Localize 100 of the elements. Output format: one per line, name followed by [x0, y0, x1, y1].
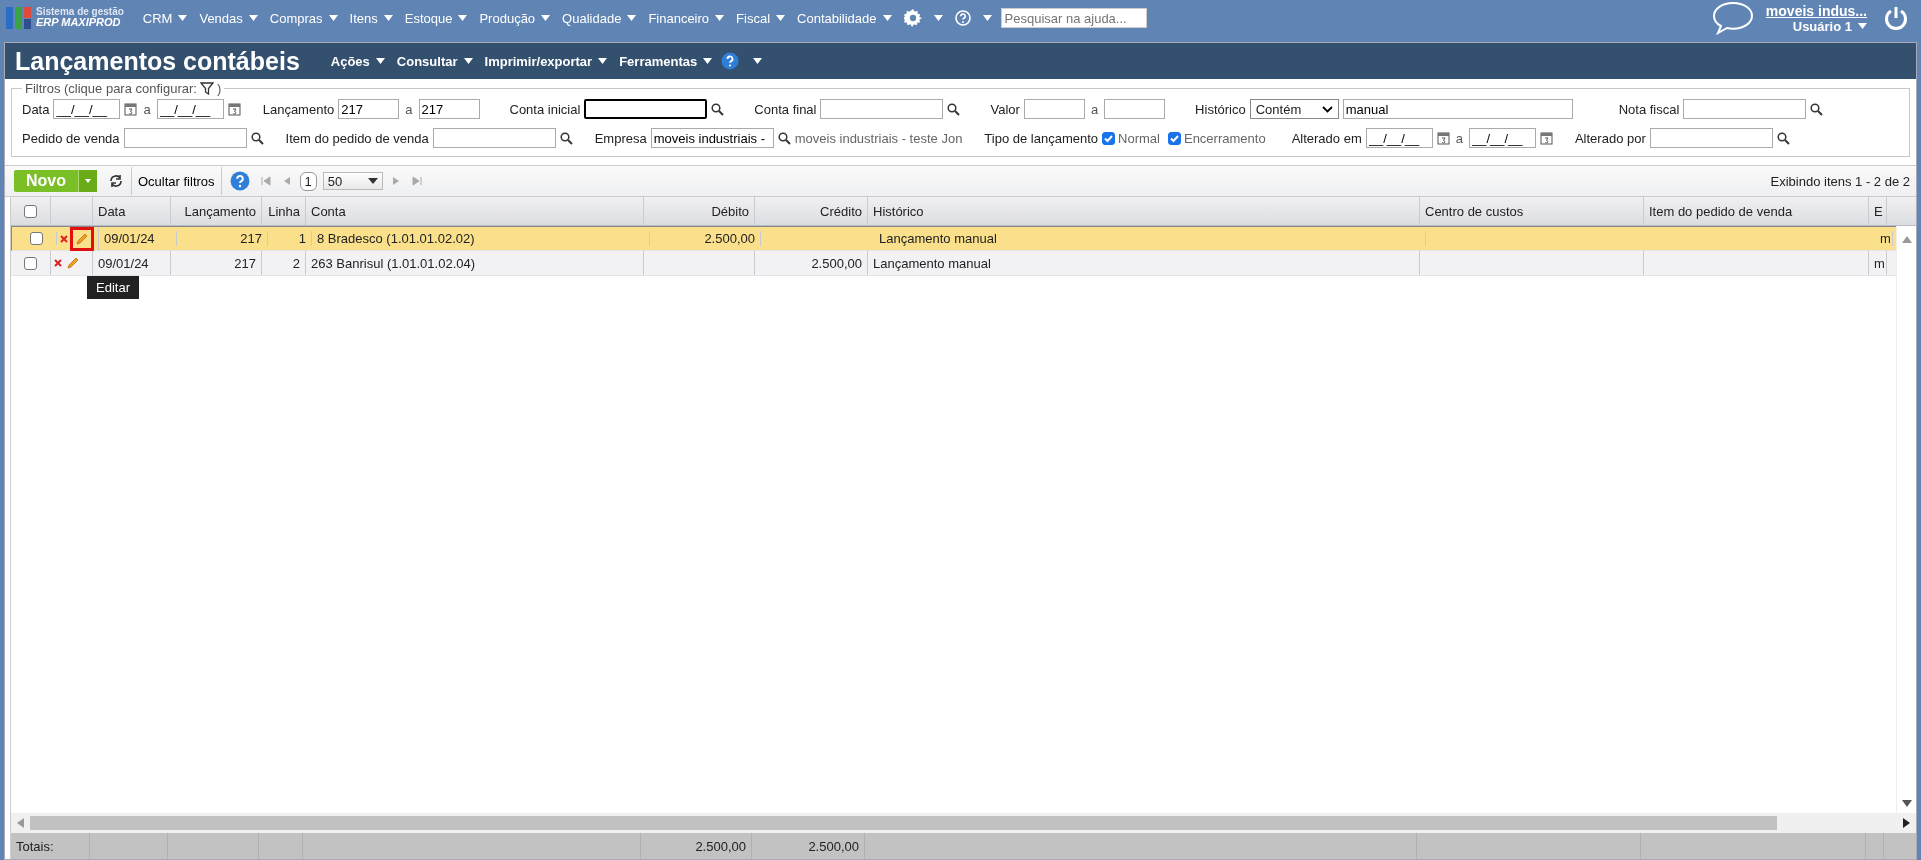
date-field[interactable]: __/__/__ — [53, 99, 121, 119]
calendar-icon[interactable] — [227, 102, 241, 116]
table-cell: 217 — [234, 255, 256, 271]
table-cell: 09/01/24 — [98, 255, 149, 271]
nav-menu[interactable]: Qualidade — [559, 10, 640, 26]
search-icon[interactable] — [711, 102, 725, 116]
input-field[interactable] — [1683, 99, 1807, 119]
column-header[interactable]: Débito — [711, 203, 749, 219]
page-menu[interactable]: Ações — [327, 53, 388, 69]
condition-select[interactable]: Contém — [1249, 99, 1339, 119]
hide-filters-button[interactable]: Ocultar filtros — [131, 167, 222, 195]
previous-page-icon[interactable] — [282, 176, 291, 186]
column-header[interactable]: Lançamento — [184, 203, 256, 219]
input-field[interactable] — [1104, 99, 1166, 119]
search-icon[interactable] — [1776, 131, 1790, 145]
nav-menu[interactable]: Contabilidade — [794, 10, 895, 26]
search-icon[interactable] — [250, 131, 264, 145]
user-menu[interactable]: Usuário 1 — [1792, 18, 1867, 34]
page-menu[interactable]: Imprimir/exportar — [481, 53, 611, 69]
scroll-down-icon[interactable] — [1901, 800, 1912, 807]
column-header[interactable]: Crédito — [820, 203, 862, 219]
company-name: moveis industriais - teste Jon — [794, 130, 963, 146]
scroll-left-icon[interactable] — [17, 818, 24, 828]
nav-menu[interactable]: Itens — [346, 10, 396, 26]
help-search-field[interactable]: Pesquisar na ajuda... — [1000, 8, 1147, 28]
first-page-icon[interactable] — [260, 176, 271, 186]
filters-legend[interactable]: Filtros (clique para configurar: — [25, 81, 197, 96]
page-menu[interactable]: Consultar — [393, 53, 476, 69]
company-link[interactable]: moveis indus... — [1765, 2, 1867, 19]
caret-icon — [882, 15, 892, 21]
nav-menu[interactable]: Vendas — [196, 10, 261, 26]
help-icon[interactable] — [229, 171, 250, 191]
search-icon[interactable] — [947, 102, 961, 116]
chat-icon[interactable] — [1711, 1, 1754, 35]
delete-icon[interactable] — [54, 259, 62, 267]
select-all-checkbox[interactable] — [24, 204, 37, 218]
checkbox[interactable] — [1167, 131, 1181, 145]
page-size-select[interactable]: 50 — [322, 172, 383, 190]
calendar-icon[interactable] — [124, 102, 138, 116]
dropdown-caret-icon[interactable] — [78, 170, 97, 192]
help-icon[interactable] — [721, 52, 740, 70]
nav-menu[interactable]: Fiscal — [733, 10, 789, 26]
table-cell: 2.500,00 — [704, 231, 755, 246]
column-header[interactable]: Conta — [311, 203, 346, 219]
search-icon[interactable] — [559, 131, 573, 145]
nav-menu[interactable]: Produção — [476, 10, 554, 26]
nav-menu[interactable]: Compras — [266, 10, 341, 26]
scroll-up-icon[interactable] — [1901, 236, 1912, 243]
power-icon[interactable] — [1883, 5, 1909, 31]
settings-icon[interactable] — [903, 9, 922, 27]
checkbox[interactable] — [1102, 131, 1116, 145]
edit-button[interactable] — [70, 226, 94, 251]
refresh-icon[interactable] — [109, 174, 123, 188]
input-field[interactable]: 217 — [338, 99, 400, 119]
next-page-icon[interactable] — [391, 176, 400, 186]
input-field[interactable]: 217 — [418, 99, 480, 119]
filter-label: Alterado em — [1291, 130, 1362, 146]
row-checkbox[interactable] — [24, 256, 37, 270]
column-header[interactable]: Item do pedido de venda — [1649, 203, 1793, 219]
page-title: Lançamentos contábeis — [15, 46, 300, 76]
table-cell: m — [1874, 255, 1885, 271]
table-cell: 09/01/24 — [104, 231, 155, 246]
input-field[interactable] — [123, 128, 247, 148]
help-icon[interactable] — [954, 10, 971, 26]
page-number[interactable]: 1 — [299, 171, 317, 191]
input-field[interactable] — [584, 99, 708, 119]
nav-menu[interactable]: Financeiro — [645, 10, 728, 26]
column-header[interactable]: E — [1874, 203, 1883, 219]
last-page-icon[interactable] — [411, 176, 422, 186]
date-field[interactable]: __/__/__ — [156, 99, 224, 119]
caret-icon[interactable] — [982, 15, 992, 21]
calendar-icon[interactable] — [1539, 131, 1553, 145]
filter-icon[interactable] — [199, 82, 214, 95]
input-field[interactable]: moveis industriais - — [650, 128, 774, 148]
input-field[interactable] — [1649, 128, 1773, 148]
column-header[interactable]: Linha — [268, 203, 300, 219]
scroll-right-icon[interactable] — [1903, 818, 1910, 828]
page-menu[interactable]: Ferramentas — [616, 53, 716, 69]
input-field[interactable] — [820, 99, 944, 119]
row-checkbox[interactable] — [30, 232, 43, 245]
caret-icon[interactable] — [933, 15, 943, 21]
delete-icon[interactable] — [60, 234, 68, 243]
logo-title: ERP MAXIPROD — [36, 17, 121, 29]
column-header[interactable]: Centro de custos — [1425, 203, 1524, 219]
nav-menu[interactable]: CRM — [139, 10, 191, 26]
nav-menu[interactable]: Estoque — [401, 10, 471, 26]
input-field[interactable] — [432, 128, 556, 148]
table-row[interactable]: 09/01/24 217 1 8 Bradesco (1.01.01.02.02) 2.500,00 Lançamento manual m — [11, 226, 1896, 251]
input-field[interactable] — [1023, 99, 1085, 119]
calendar-icon[interactable] — [1436, 131, 1450, 145]
date-field[interactable]: __/__/__ — [1468, 128, 1536, 148]
caret-icon[interactable] — [753, 58, 763, 64]
date-field[interactable]: __/__/__ — [1365, 128, 1433, 148]
search-icon[interactable] — [1810, 102, 1824, 116]
column-header[interactable]: Histórico — [873, 203, 924, 219]
search-icon[interactable] — [777, 131, 791, 145]
input-field[interactable]: manual — [1342, 99, 1573, 119]
scrollbar-thumb[interactable] — [30, 816, 1777, 830]
column-header[interactable]: Data — [98, 203, 126, 219]
table-row[interactable]: 09/01/24 217 2 263 Banrisul (1.01.01.02.04) 2.500,00 Lançamento manual m — [11, 251, 1896, 276]
